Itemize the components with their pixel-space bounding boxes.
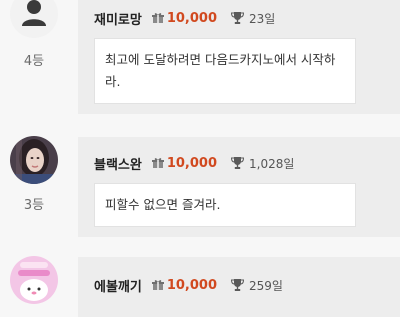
comment-meta: 재미로망 10,000 23일	[94, 8, 275, 28]
avatar[interactable]	[10, 136, 58, 184]
author-column: 3등	[0, 128, 78, 238]
comment-meta: 에볼깨기 10,000 259일	[94, 275, 283, 295]
avatar[interactable]	[10, 256, 58, 304]
woman-photo-avatar	[10, 136, 58, 184]
avatar[interactable]	[10, 0, 58, 38]
points-value: 10,000	[166, 155, 218, 171]
pink-cartoon-avatar	[10, 256, 58, 304]
rank-label: 3등	[23, 198, 45, 213]
comment-item: 에볼깨기 10,000 259일	[0, 248, 400, 317]
comment-card: 재미로망 10,000 23일 최고에 도달하려면 다음드카지노에서 시작하라.	[78, 0, 400, 114]
trophy-icon	[231, 279, 245, 291]
nickname[interactable]: 블랙스완	[94, 154, 142, 173]
author-column: 4등	[0, 0, 78, 120]
comment-item: 3등 블랙스완 10,000 1,028일 피할수 없으면 즐겨라.	[0, 128, 400, 238]
trophy-icon	[231, 12, 245, 24]
days-value: 23일	[249, 11, 276, 26]
comment-text: 피할수 없으면 즐겨라.	[94, 183, 356, 227]
rank-label: 4등	[23, 54, 45, 69]
days-value: 259일	[249, 278, 283, 293]
days-value: 1,028일	[249, 156, 295, 171]
nickname[interactable]: 재미로망	[94, 9, 142, 28]
comment-card: 블랙스완 10,000 1,028일 피할수 없으면 즐겨라.	[78, 137, 400, 237]
comment-text: 최고에 도달하려면 다음드카지노에서 시작하라.	[94, 38, 356, 104]
points-value: 10,000	[166, 277, 218, 293]
gift-icon	[151, 158, 164, 168]
trophy-icon	[231, 157, 245, 169]
gift-icon	[151, 13, 164, 23]
comment-meta: 블랙스완 10,000 1,028일	[94, 153, 294, 173]
default-user-icon	[22, 0, 46, 26]
gift-icon	[151, 280, 164, 290]
nickname[interactable]: 에볼깨기	[94, 276, 142, 295]
author-column	[0, 248, 78, 304]
points-value: 10,000	[166, 10, 218, 26]
comment-item: 4등 재미로망 10,000 23일 최고에 도달하려면 다음드카지노에서 시작…	[0, 0, 400, 120]
comment-card: 에볼깨기 10,000 259일	[78, 257, 400, 317]
